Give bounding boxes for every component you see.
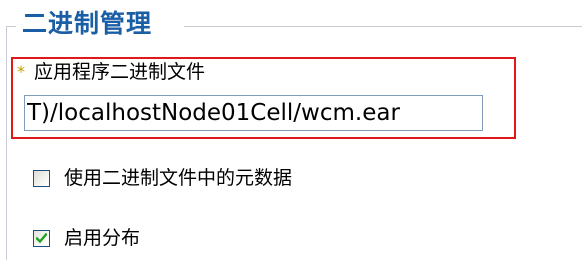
group-frame-left <box>6 26 7 260</box>
use-binary-metadata-checkbox[interactable] <box>33 169 50 187</box>
group-frame-top-right <box>184 26 582 27</box>
application-binary-input[interactable] <box>24 95 483 131</box>
use-binary-metadata-option[interactable]: 使用二进制文件中的元数据 <box>33 163 292 193</box>
group-title: 二进制管理 <box>22 9 153 38</box>
binary-management-panel: 二进制管理 * 应用程序二进制文件 使用二进制文件中的元数据 启用分布 <box>0 0 582 260</box>
group-frame-top-left <box>6 26 16 27</box>
required-marker-icon: * <box>17 62 25 81</box>
use-binary-metadata-label: 使用二进制文件中的元数据 <box>64 167 293 189</box>
checkmark-icon <box>36 232 47 243</box>
enable-distribution-option[interactable]: 启用分布 <box>33 223 140 253</box>
enable-distribution-checkbox[interactable] <box>33 229 50 247</box>
application-binary-label: 应用程序二进制文件 <box>34 61 206 83</box>
enable-distribution-label: 启用分布 <box>64 227 141 249</box>
